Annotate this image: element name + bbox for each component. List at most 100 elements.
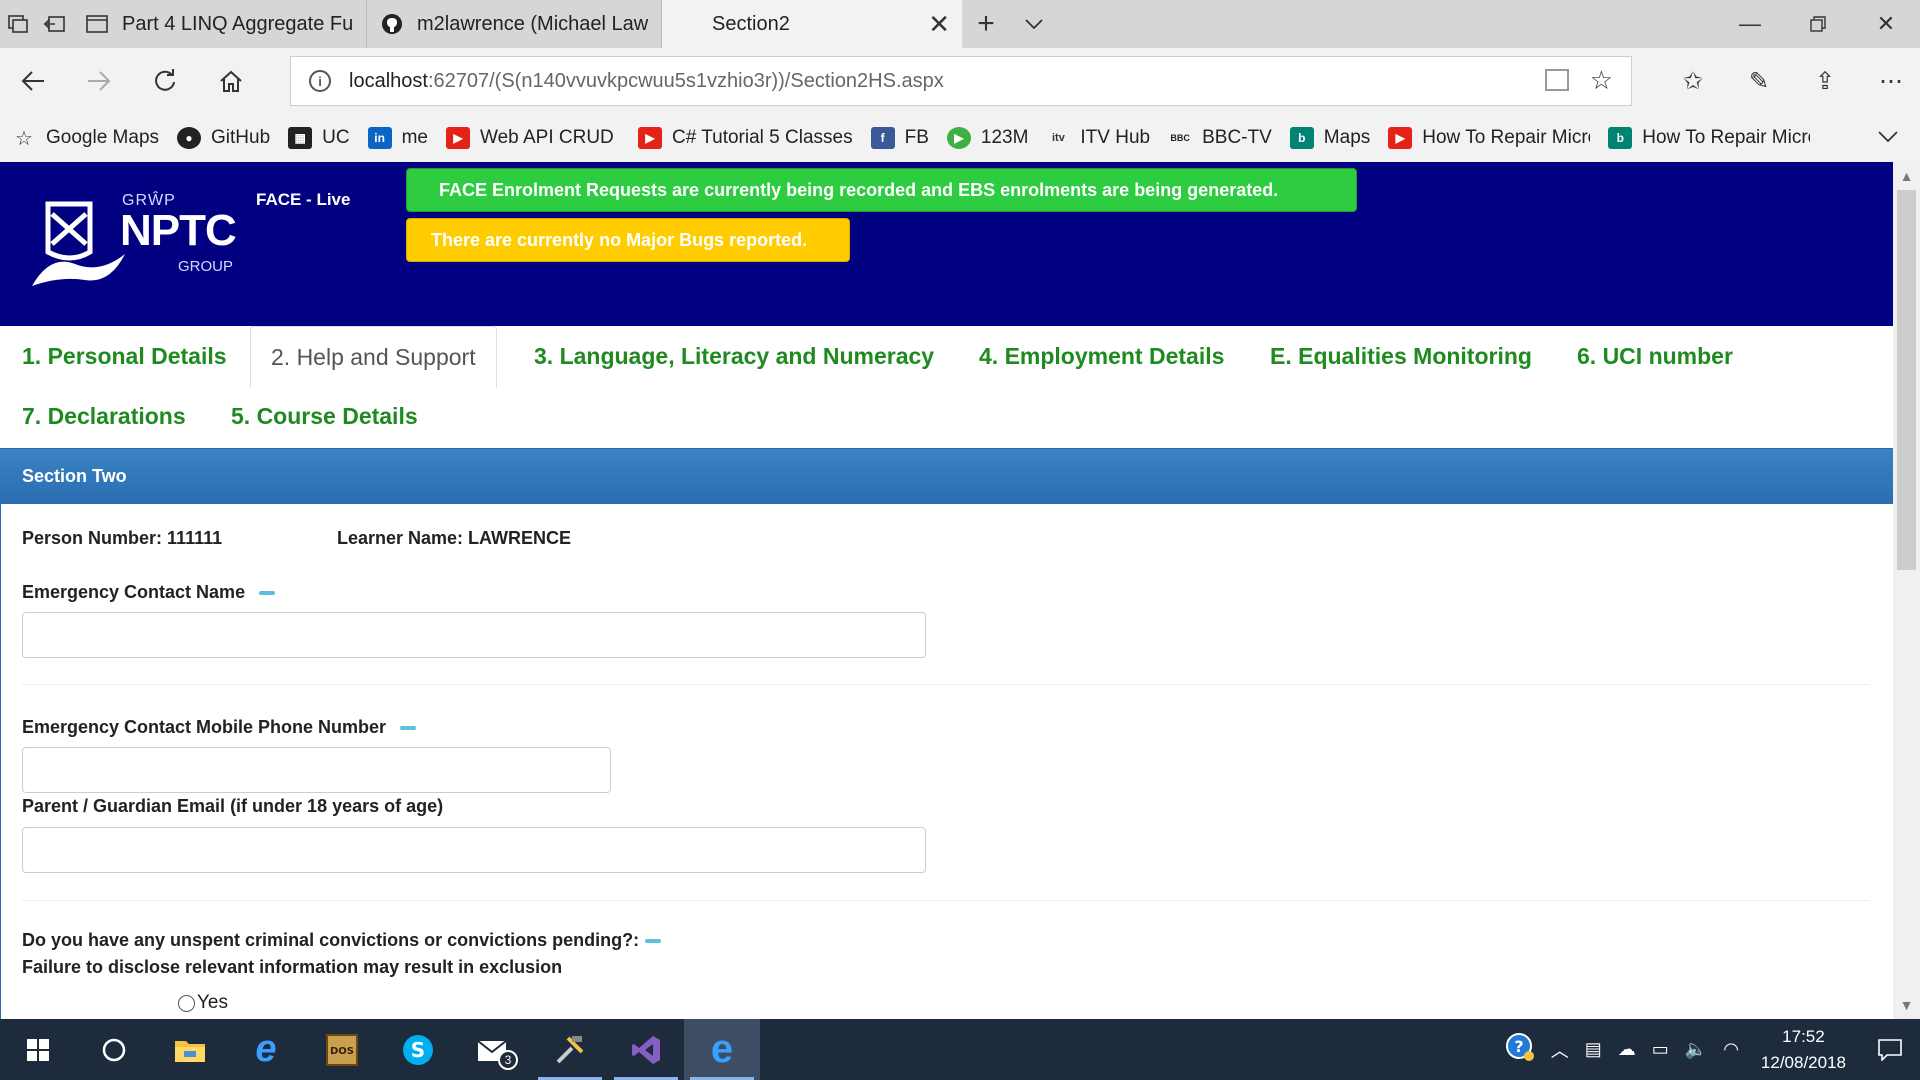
- star-favorite-icon[interactable]: ☆: [1590, 65, 1613, 96]
- cortana-search-icon[interactable]: [76, 1019, 152, 1080]
- tab-manager-icon[interactable]: [0, 0, 36, 48]
- browser-tab-strip: Part 4 LINQ Aggregate Func m2lawrence (M…: [0, 0, 1920, 48]
- new-tab-icon[interactable]: +: [962, 0, 1010, 48]
- convictions-label: Do you have any unspent criminal convict…: [22, 930, 662, 951]
- emergency-phone-label: Emergency Contact Mobile Phone Number: [22, 717, 417, 738]
- favorite-csharp-tutorial[interactable]: ▶ C# Tutorial 5 Classes: [638, 127, 853, 149]
- field-label-text: Do you have any unspent criminal convict…: [22, 930, 640, 950]
- browser-tab-linq[interactable]: Part 4 LINQ Aggregate Func: [72, 0, 367, 48]
- restore-icon[interactable]: [1784, 0, 1852, 48]
- clock-date: 12/08/2018: [1760, 1052, 1846, 1072]
- close-window-icon[interactable]: ✕: [1852, 0, 1920, 48]
- share-icon[interactable]: ⇪: [1792, 48, 1858, 114]
- set-aside-tabs-icon[interactable]: [36, 0, 72, 48]
- file-explorer-icon[interactable]: [152, 1019, 228, 1080]
- collapse-icon[interactable]: [400, 726, 417, 731]
- chevron-down-icon[interactable]: [1878, 126, 1898, 149]
- favorite-bbc-tv[interactable]: BBC BBC-TV: [1168, 127, 1271, 149]
- chevron-down-icon[interactable]: [1010, 0, 1058, 48]
- scrollbar-thumb[interactable]: [1897, 190, 1916, 570]
- github-icon: ●: [177, 127, 202, 149]
- emergency-phone-input[interactable]: [22, 747, 611, 793]
- environment-label: FACE - Live: [256, 190, 351, 209]
- favorite-me[interactable]: in me: [367, 127, 429, 149]
- pen-notes-icon[interactable]: ✎: [1726, 48, 1792, 114]
- tab-employment-details[interactable]: 4. Employment Details: [979, 326, 1224, 386]
- favorite-label: me: [401, 127, 429, 148]
- reading-view-icon[interactable]: [1545, 69, 1569, 91]
- browser-tab-section2[interactable]: Section2 ✕: [662, 0, 962, 48]
- bugs-status-banner: There are currently no Major Bugs report…: [406, 218, 850, 262]
- collapse-icon[interactable]: [645, 939, 662, 944]
- windows-start-icon[interactable]: [0, 1019, 76, 1080]
- more-menu-icon[interactable]: ⋯: [1858, 48, 1920, 114]
- favorite-itv-hub[interactable]: itv ITV Hub: [1046, 127, 1150, 149]
- internet-explorer-icon[interactable]: e: [228, 1019, 304, 1080]
- site-header: GRŴP NPTC GROUP FACE - Live FACE Enrolme…: [0, 162, 1893, 326]
- action-center-icon[interactable]: [1860, 1019, 1920, 1080]
- page-scrollbar[interactable]: ▲ ▼: [1893, 162, 1920, 1019]
- logo-bottom-text: GROUP: [178, 258, 234, 275]
- favorite-repair-micro-1[interactable]: ▶ How To Repair Micro:: [1388, 127, 1590, 149]
- onedrive-cloud-icon[interactable]: ☁: [1610, 1039, 1644, 1060]
- skype-icon[interactable]: S: [380, 1019, 456, 1080]
- tab-title: Part 4 LINQ Aggregate Func: [122, 12, 354, 35]
- page-icon: [84, 13, 110, 35]
- forward-arrow-icon[interactable]: [66, 48, 132, 114]
- windows-taskbar: e DOS S 3 e ? ︿ ▤ ☁ ▭ 🔈 ◠ 17:52 12/08/20…: [0, 1019, 1920, 1080]
- page-viewport: GRŴP NPTC GROUP FACE - Live FACE Enrolme…: [0, 162, 1920, 1019]
- nptc-logo[interactable]: GRŴP NPTC GROUP: [30, 186, 240, 296]
- battery-icon[interactable]: ▭: [1644, 1039, 1677, 1060]
- guardian-email-input[interactable]: [22, 827, 926, 873]
- mail-icon[interactable]: 3: [456, 1019, 532, 1080]
- favorite-fb[interactable]: f FB: [870, 127, 929, 149]
- back-arrow-icon[interactable]: [0, 48, 66, 114]
- wifi-icon[interactable]: ◠: [1715, 1039, 1747, 1060]
- tab-personal-details[interactable]: 1. Personal Details: [22, 326, 227, 386]
- scroll-down-icon[interactable]: ▼: [1893, 993, 1920, 1017]
- tab-uci-number[interactable]: 6. UCI number: [1577, 326, 1733, 386]
- emergency-contact-name-label: Emergency Contact Name: [22, 582, 276, 603]
- window-controls: — ✕: [1716, 0, 1920, 48]
- system-clock[interactable]: 17:52 12/08/2018: [1747, 1024, 1860, 1076]
- tab-course-details[interactable]: 5. Course Details: [231, 386, 418, 446]
- favorite-repair-micro-2[interactable]: b How To Repair Micro:: [1608, 127, 1810, 149]
- chevron-up-icon[interactable]: ︿: [1543, 1037, 1577, 1063]
- favorite-web-api-crud[interactable]: ▶ Web API CRUD Opera: [446, 127, 620, 149]
- favorites-hub-icon[interactable]: ✩: [1660, 48, 1726, 114]
- svg-text:S: S: [411, 1038, 425, 1062]
- tab-declarations[interactable]: 7. Declarations: [22, 386, 186, 446]
- help-icon[interactable]: ?: [1497, 1032, 1543, 1067]
- bing-icon: b: [1289, 127, 1314, 149]
- favorite-github[interactable]: ● GitHub: [177, 127, 270, 149]
- volume-icon[interactable]: 🔈: [1677, 1039, 1715, 1060]
- emergency-contact-name-input[interactable]: [22, 612, 926, 658]
- minimize-icon[interactable]: —: [1716, 0, 1784, 48]
- tab-language-literacy-numeracy[interactable]: 3. Language, Literacy and Numeracy: [534, 326, 934, 386]
- refresh-icon[interactable]: [132, 48, 198, 114]
- radio-button[interactable]: [178, 994, 195, 1012]
- favorite-uc[interactable]: ▦ UC: [288, 127, 350, 149]
- visual-studio-icon[interactable]: [608, 1019, 684, 1080]
- favorite-label: UC: [322, 127, 350, 148]
- tab-help-and-support[interactable]: 2. Help and Support: [250, 326, 497, 388]
- edge-browser-icon[interactable]: e: [684, 1019, 760, 1080]
- site-info-icon[interactable]: i: [309, 70, 331, 92]
- tools-icon[interactable]: [532, 1019, 608, 1080]
- browser-tab-github[interactable]: m2lawrence (Michael Lawre: [367, 0, 662, 48]
- home-icon[interactable]: [198, 48, 264, 114]
- network-drive-icon[interactable]: ▤: [1577, 1039, 1610, 1060]
- convictions-yes-option[interactable]: Yes: [178, 992, 228, 1014]
- url-bar[interactable]: i localhost:62707/(S(n140vvuvkpcwuu5s1vz…: [290, 56, 1632, 106]
- dosbox-icon[interactable]: DOS: [304, 1019, 380, 1080]
- close-tab-icon[interactable]: ✕: [928, 9, 950, 40]
- favorite-123m[interactable]: ▶ 123M: [946, 127, 1028, 149]
- collapse-icon[interactable]: [259, 591, 276, 596]
- itv-icon: itv: [1051, 132, 1065, 144]
- favorite-google-maps[interactable]: ☆ Google Maps: [12, 127, 159, 150]
- tab-equalities-monitoring[interactable]: E. Equalities Monitoring: [1270, 326, 1532, 386]
- facebook-icon: f: [870, 127, 895, 149]
- favorite-maps[interactable]: b Maps: [1289, 127, 1370, 149]
- youtube-icon: ▶: [1388, 127, 1413, 149]
- scroll-up-icon[interactable]: ▲: [1893, 164, 1920, 188]
